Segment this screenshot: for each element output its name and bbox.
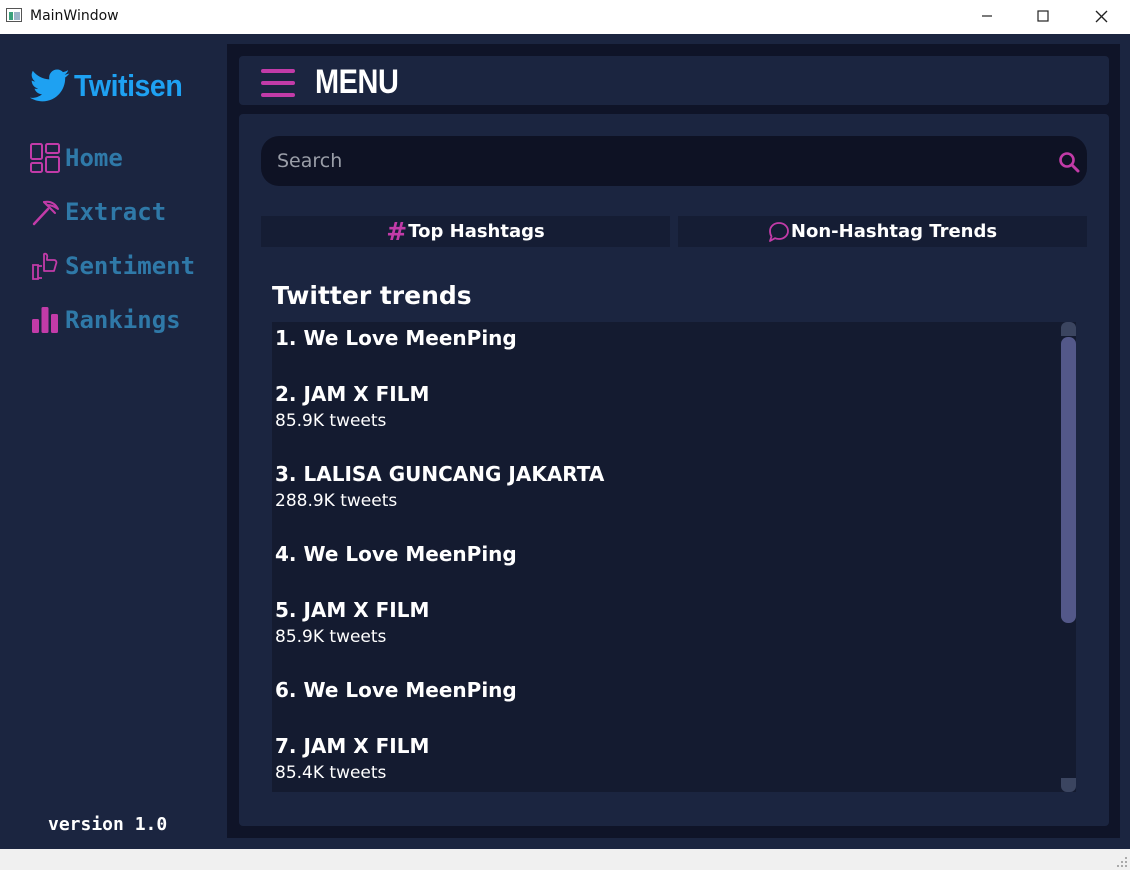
- list-item[interactable]: 5. JAM X FILM 85.9K tweets: [275, 598, 429, 647]
- sidebar-item-label: Sentiment: [65, 252, 196, 280]
- trend-name: 1. We Love MeenPing: [275, 326, 517, 350]
- minimize-icon: [982, 15, 992, 17]
- search-input[interactable]: [277, 136, 1047, 186]
- window-title: MainWindow: [30, 8, 119, 24]
- bar-chart-icon: [32, 307, 58, 333]
- menu-title: MENU: [315, 63, 399, 101]
- menu-bar: MENU: [239, 56, 1109, 105]
- sidebar-item-label: Home: [65, 144, 123, 172]
- maximize-button[interactable]: [1014, 0, 1072, 32]
- sidebar-item-extract[interactable]: Extract: [30, 197, 166, 227]
- scroll-up-arrow[interactable]: [1061, 322, 1076, 336]
- section-title: Twitter trends: [272, 281, 472, 310]
- main-panel: # Top Hashtags Non-Hashtag Trends Twitte…: [239, 114, 1109, 826]
- trend-name: 2. JAM X FILM: [275, 382, 430, 406]
- sidebar-item-home[interactable]: Home: [30, 143, 123, 173]
- main-window-body: Twitisen Home Extract Sentiment Rankings…: [0, 34, 1130, 849]
- close-icon: [1095, 10, 1107, 22]
- speech-bubble-icon: [769, 221, 789, 242]
- sidebar-item-label: Extract: [65, 198, 167, 226]
- close-button[interactable]: [1072, 0, 1130, 32]
- minimize-button[interactable]: [958, 0, 1016, 32]
- resize-grip-icon[interactable]: [1116, 856, 1128, 868]
- trend-name: 6. We Love MeenPing: [275, 678, 517, 702]
- pickaxe-icon: [32, 200, 59, 226]
- search-icon[interactable]: [1058, 151, 1080, 173]
- status-bar: [0, 849, 1130, 870]
- tab-non-hashtag-trends[interactable]: Non-Hashtag Trends: [678, 216, 1087, 247]
- list-item[interactable]: 4. We Love MeenPing: [275, 542, 517, 566]
- tab-label: Non-Hashtag Trends: [790, 221, 998, 242]
- trend-name: 3. LALISA GUNCANG JAKARTA: [275, 462, 605, 486]
- version-label: version 1.0: [48, 814, 168, 835]
- sidebar-item-rankings[interactable]: Rankings: [30, 305, 181, 335]
- list-item[interactable]: 7. JAM X FILM 85.4K tweets: [275, 734, 429, 783]
- twitter-bird-icon: [30, 69, 70, 102]
- trend-count: 85.4K tweets: [275, 763, 387, 783]
- list-item[interactable]: 2. JAM X FILM 85.9K tweets: [275, 382, 429, 431]
- content-frame: MENU # Top Hashtags Non-Hashtag Trends: [227, 44, 1120, 838]
- trend-name: 5. JAM X FILM: [275, 598, 430, 622]
- list-item[interactable]: 3. LALISA GUNCANG JAKARTA 288.9K tweets: [275, 462, 604, 511]
- dashboard-grid-icon: [30, 143, 60, 173]
- app-logo: Twitisen: [30, 68, 192, 104]
- vertical-scrollbar[interactable]: [1061, 322, 1076, 792]
- search-bar: [261, 136, 1087, 186]
- sidebar-item-sentiment[interactable]: Sentiment: [30, 251, 195, 281]
- app-window-icon: [6, 8, 22, 22]
- hamburger-icon[interactable]: [261, 69, 297, 97]
- trend-name: 7. JAM X FILM: [275, 734, 430, 758]
- tab-top-hashtags[interactable]: # Top Hashtags: [261, 216, 670, 247]
- trend-count: 85.9K tweets: [275, 627, 387, 647]
- scroll-thumb[interactable]: [1061, 337, 1076, 623]
- sidebar-item-label: Rankings: [65, 306, 181, 334]
- window-title-bar: MainWindow: [0, 0, 1130, 34]
- list-item[interactable]: 1. We Love MeenPing: [275, 326, 517, 350]
- logo-text: Twitisen: [74, 68, 183, 103]
- maximize-icon: [1037, 10, 1049, 22]
- scroll-down-arrow[interactable]: [1061, 778, 1076, 792]
- tab-label: Top Hashtags: [408, 221, 545, 242]
- hash-icon: #: [386, 217, 408, 246]
- sidebar: Twitisen Home Extract Sentiment Rankings…: [0, 34, 227, 849]
- trend-list[interactable]: 1. We Love MeenPing 2. JAM X FILM 85.9K …: [272, 322, 1076, 792]
- thumbs-icon: [32, 252, 58, 280]
- list-item[interactable]: 6. We Love MeenPing: [275, 678, 517, 702]
- trend-name: 4. We Love MeenPing: [275, 542, 517, 566]
- trend-count: 85.9K tweets: [275, 411, 387, 431]
- trend-count: 288.9K tweets: [275, 491, 398, 511]
